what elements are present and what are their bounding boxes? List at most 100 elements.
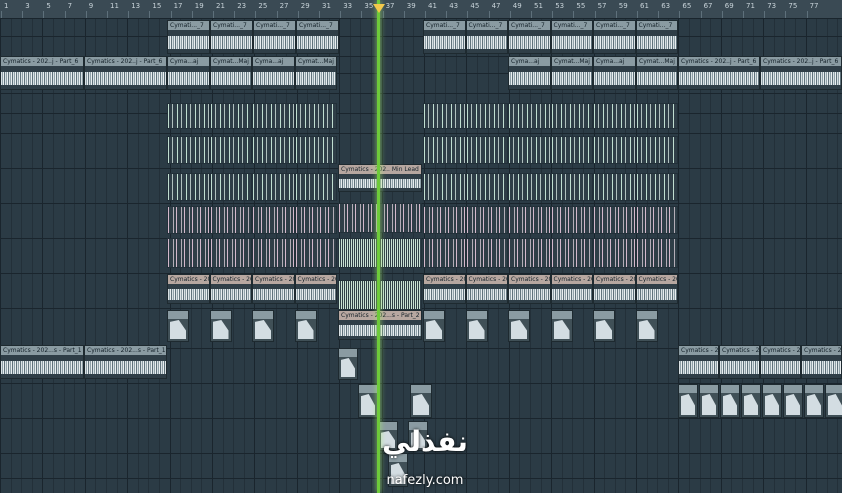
shape-clip[interactable] bbox=[783, 384, 803, 418]
timeline-ruler[interactable]: 1 3 5 7 9 11 13 15 17 19 21 23 25 27 29 31 33 35 37 39 41 43 4… bbox=[0, 0, 842, 19]
pattern-clip[interactable] bbox=[423, 173, 466, 201]
audio-clip[interactable]: Cymatics - 202..j - Part_6 bbox=[84, 56, 167, 90]
pattern-clip[interactable] bbox=[209, 136, 252, 164]
shape-clip[interactable] bbox=[550, 310, 573, 342]
pattern-clip[interactable] bbox=[593, 136, 636, 164]
audio-clip[interactable]: Cymati..._7 bbox=[508, 20, 551, 54]
shape-clip[interactable] bbox=[508, 310, 530, 342]
audio-clip[interactable]: Cymatics - 202.. Min Bells bbox=[167, 274, 210, 304]
pattern-clip[interactable] bbox=[508, 206, 551, 234]
pattern-clip[interactable] bbox=[209, 206, 252, 234]
audio-clip[interactable]: Cymatics - 202.. Min Bells bbox=[465, 274, 508, 304]
pattern-clip[interactable] bbox=[167, 238, 210, 268]
pattern-clip[interactable] bbox=[423, 206, 466, 234]
audio-clip[interactable]: Cyma...aj bbox=[252, 56, 295, 90]
pattern-clip[interactable] bbox=[294, 173, 337, 201]
audio-clip[interactable]: Cymatics - 202...s - Part_1 bbox=[719, 345, 760, 379]
shape-clip[interactable] bbox=[593, 310, 615, 342]
pattern-clip[interactable] bbox=[294, 136, 337, 164]
audio-clip[interactable]: Cyma...aj bbox=[508, 56, 551, 90]
pattern-clip[interactable] bbox=[338, 280, 422, 310]
audio-clip[interactable]: Cymatics - 202..j - Part_6 bbox=[760, 56, 842, 90]
audio-clip[interactable]: Cymatics - 202.. Min Bells bbox=[209, 274, 252, 304]
pattern-clip[interactable] bbox=[508, 238, 551, 268]
audio-clip[interactable]: Cymatics - 202...s - Part_1 bbox=[801, 345, 842, 379]
pattern-clip[interactable] bbox=[209, 103, 252, 129]
shape-clip[interactable] bbox=[423, 310, 445, 342]
audio-clip[interactable]: Cymatics - 202.. Min Bells bbox=[635, 274, 678, 304]
audio-clip[interactable]: Cymat...Maj bbox=[551, 56, 593, 90]
pattern-clip[interactable] bbox=[593, 173, 636, 201]
pattern-clip[interactable] bbox=[508, 173, 551, 201]
playhead-marker[interactable] bbox=[373, 4, 385, 13]
audio-clip[interactable]: Cymatics - 202..j - Part_6 bbox=[678, 56, 760, 90]
audio-clip[interactable]: Cymatics - 202.. Min Bells bbox=[252, 274, 295, 304]
audio-clip[interactable]: Cymati..._7 bbox=[593, 20, 636, 54]
shape-clip[interactable] bbox=[410, 384, 432, 418]
playlist-grid[interactable]: Cymati..._7 Cymati..._7 Cymati..._7 Cymati.… bbox=[0, 18, 842, 493]
pattern-clip[interactable] bbox=[167, 173, 210, 201]
pattern-clip[interactable] bbox=[465, 173, 508, 201]
audio-clip[interactable]: Cymatics - 202...s - Part_1 bbox=[760, 345, 801, 379]
audio-clip[interactable]: Cymatics - 202...s - Part_2 bbox=[338, 310, 422, 340]
pattern-clip[interactable] bbox=[593, 238, 636, 268]
pattern-clip[interactable] bbox=[465, 136, 508, 164]
audio-clip[interactable]: Cyma...aj bbox=[593, 56, 636, 90]
pattern-clip[interactable] bbox=[338, 203, 422, 233]
shape-clip[interactable] bbox=[338, 348, 358, 380]
shape-clip[interactable] bbox=[678, 384, 698, 418]
audio-clip[interactable]: Cymat...Maj bbox=[636, 56, 678, 90]
pattern-clip[interactable] bbox=[167, 136, 210, 164]
shape-clip[interactable] bbox=[294, 310, 317, 342]
pattern-clip[interactable] bbox=[252, 103, 295, 129]
audio-clip[interactable]: Cymatics - 202.. Min Bells bbox=[294, 274, 337, 304]
pattern-clip[interactable] bbox=[593, 206, 636, 234]
pattern-clip[interactable] bbox=[423, 238, 466, 268]
pattern-clip[interactable] bbox=[593, 103, 636, 129]
audio-clip[interactable]: Cymatics - 202.. Min Bells bbox=[593, 274, 636, 304]
pattern-clip[interactable] bbox=[252, 173, 295, 201]
shape-clip[interactable] bbox=[167, 310, 189, 342]
audio-clip[interactable]: Cymat...Maj bbox=[210, 56, 252, 90]
audio-clip[interactable]: Cyma...aj bbox=[167, 56, 210, 90]
audio-clip[interactable]: Cymati..._7 bbox=[635, 20, 678, 54]
pattern-clip[interactable] bbox=[550, 173, 593, 201]
audio-clip[interactable]: Cymatics - 202...s - Part_1 bbox=[678, 345, 719, 379]
shape-clip[interactable] bbox=[720, 384, 740, 418]
audio-clip[interactable]: Cymatics - 202...s - Part_1 bbox=[84, 345, 167, 379]
shape-clip[interactable] bbox=[358, 384, 378, 418]
pattern-clip[interactable] bbox=[252, 206, 295, 234]
pattern-clip[interactable] bbox=[550, 238, 593, 268]
shape-clip[interactable] bbox=[741, 384, 761, 418]
pattern-clip[interactable] bbox=[465, 206, 508, 234]
audio-clip[interactable]: Cymati..._7 bbox=[465, 20, 508, 54]
shape-clip[interactable] bbox=[209, 310, 232, 342]
pattern-clip[interactable] bbox=[635, 173, 678, 201]
pattern-clip[interactable] bbox=[294, 206, 337, 234]
pattern-clip[interactable] bbox=[167, 206, 210, 234]
pattern-clip[interactable] bbox=[635, 206, 678, 234]
audio-clip[interactable]: Cymati..._7 bbox=[167, 20, 210, 54]
pattern-clip[interactable] bbox=[209, 238, 252, 268]
audio-clip[interactable]: Cymatics - 202...s - Part_1 bbox=[0, 345, 84, 379]
pattern-clip[interactable] bbox=[209, 173, 252, 201]
shape-clip[interactable] bbox=[252, 310, 274, 342]
audio-clip[interactable]: Cymat...Maj bbox=[295, 56, 337, 90]
audio-clip[interactable]: Cymatics - 202.. Min Lead bbox=[338, 164, 422, 192]
audio-clip[interactable]: Cymati..._7 bbox=[423, 20, 466, 54]
audio-clip[interactable]: Cymatics - 202.. Min Bells bbox=[550, 274, 593, 304]
shape-clip[interactable] bbox=[762, 384, 782, 418]
pattern-clip[interactable] bbox=[423, 136, 466, 164]
shape-clip[interactable] bbox=[804, 384, 824, 418]
pattern-clip[interactable] bbox=[167, 103, 210, 129]
shape-clip[interactable] bbox=[635, 310, 658, 342]
playhead[interactable] bbox=[377, 0, 380, 493]
pattern-clip[interactable] bbox=[550, 103, 593, 129]
pattern-clip[interactable] bbox=[294, 238, 337, 268]
pattern-clip[interactable] bbox=[294, 103, 337, 129]
pattern-clip[interactable] bbox=[338, 238, 422, 268]
audio-clip[interactable]: Cymatics - 202..j - Part_6 bbox=[0, 56, 84, 90]
shape-clip[interactable] bbox=[825, 384, 842, 418]
pattern-clip[interactable] bbox=[635, 238, 678, 268]
audio-clip[interactable]: Cymati..._7 bbox=[296, 20, 339, 54]
